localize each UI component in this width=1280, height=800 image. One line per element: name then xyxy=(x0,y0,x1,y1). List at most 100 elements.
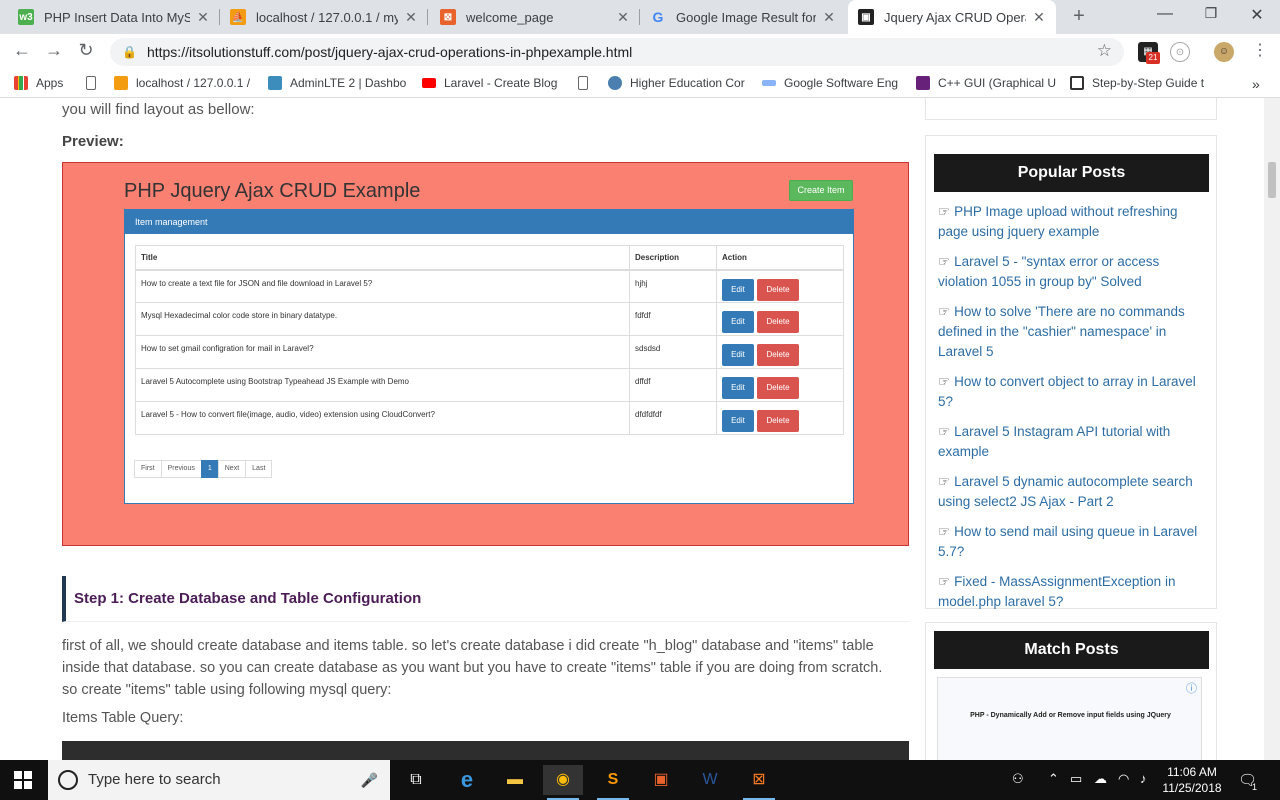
close-icon[interactable]: ✕ xyxy=(822,9,836,26)
google-icon: G xyxy=(652,9,664,25)
items-table: Title Description Action How to create a… xyxy=(135,245,844,435)
bookmark-cpp-gui[interactable]: C++ GUI (Graphical U xyxy=(916,76,1056,90)
bookmark-page[interactable] xyxy=(578,76,596,90)
list-item[interactable]: ☞ PHP Image upload without refreshing pag… xyxy=(938,202,1206,242)
cloud-icon[interactable]: ☁ xyxy=(1094,771,1107,787)
delete-button: Delete xyxy=(757,278,799,301)
itsolution-icon: ▣ xyxy=(858,9,874,25)
volume-icon[interactable]: ♪ xyxy=(1140,771,1147,786)
menu-icon[interactable]: ⋮ xyxy=(1248,40,1272,60)
url-text: https://itsolutionstuff.com/post/jquery-… xyxy=(146,44,633,60)
code-block xyxy=(62,741,909,760)
edit-button: Edit xyxy=(722,410,754,432)
item-actions: Edit Delete xyxy=(716,368,844,402)
delete-button: Delete xyxy=(757,410,799,432)
edge-icon[interactable]: e xyxy=(447,765,487,795)
word-icon[interactable]: W xyxy=(690,765,730,795)
tab-php-insert[interactable]: w3 PHP Insert Data Into MySQL ✕ xyxy=(8,0,220,34)
tab-google-image[interactable]: G Google Image Result for htt ✕ xyxy=(640,0,846,34)
layout-text: you will find layout as bellow: xyxy=(62,101,255,118)
pointing-hand-icon: ☞ xyxy=(938,254,951,269)
close-icon[interactable]: ✕ xyxy=(1032,9,1046,26)
tab-phpmyadmin[interactable]: ⛵ localhost / 127.0.0.1 / mydb ✕ xyxy=(220,0,428,34)
item-description: dfdfdfdf xyxy=(629,401,717,435)
ad-banner[interactable]: ⓘ PHP - Dynamically Add or Remove input … xyxy=(937,677,1202,760)
pointing-hand-icon: ☞ xyxy=(938,474,951,489)
close-window-button[interactable]: ✕ xyxy=(1246,5,1268,25)
new-tab-button[interactable]: + xyxy=(1068,5,1090,28)
bookmarks-bar: Apps localhost / 127.0.0.1 / AdminLTE 2 … xyxy=(0,70,1280,98)
list-item[interactable]: ☞ Laravel 5 - "syntax error or access vio… xyxy=(938,252,1206,292)
tab-title: Jquery Ajax CRUD Operatio xyxy=(884,9,1026,25)
bookmark-page[interactable] xyxy=(86,76,104,90)
list-item[interactable]: ☞ Laravel 5 dynamic autocomplete search u… xyxy=(938,472,1206,512)
page-icon xyxy=(578,76,588,90)
pagination: First Previous 1 Next Last xyxy=(134,460,273,478)
bookmark-localhost[interactable]: localhost / 127.0.0.1 / xyxy=(114,76,250,90)
chevron-up-icon[interactable]: ⌃ xyxy=(1048,771,1059,787)
restore-button[interactable]: ❐ xyxy=(1200,5,1222,22)
chrome-icon[interactable]: ◉ xyxy=(543,765,583,800)
system-clock[interactable]: 11:06 AM 11/25/2018 xyxy=(1162,764,1222,796)
extension-badge: 21 xyxy=(1146,52,1160,64)
item-title: Laravel 5 - How to convert file(image, a… xyxy=(135,401,630,435)
delete-button: Delete xyxy=(757,311,799,333)
bookmark-star-icon[interactable]: ☆ xyxy=(1097,41,1112,61)
list-item[interactable]: ☞ Laravel 5 Instagram API tutorial with e… xyxy=(938,422,1206,462)
forward-arrow-icon[interactable]: → xyxy=(42,40,66,61)
bookmark-google-software[interactable]: Google Software Eng xyxy=(762,76,898,90)
list-item[interactable]: ☞ How to solve 'There are no commands def… xyxy=(938,302,1206,362)
list-item[interactable]: ☞ How to convert object to array in Larav… xyxy=(938,372,1206,412)
list-item[interactable]: ☞ How to send mail using queue in Laravel… xyxy=(938,522,1206,562)
app-icon[interactable]: ▣ xyxy=(641,765,681,795)
task-view-icon[interactable]: ⧉ xyxy=(396,765,436,795)
back-arrow-icon[interactable]: ← xyxy=(10,40,34,61)
bookmark-laravel-blog[interactable]: Laravel - Create Blog xyxy=(422,76,557,90)
extension-circle-icon[interactable]: ⊙ xyxy=(1170,42,1190,62)
reload-icon[interactable]: ↻ xyxy=(74,40,98,61)
avatar[interactable]: ☺ xyxy=(1214,42,1234,62)
table-row: How to create a text file for JSON and f… xyxy=(135,269,844,303)
taskbar-search[interactable]: Type here to search 🎤 xyxy=(48,760,390,800)
info-icon[interactable]: ⓘ xyxy=(1186,680,1197,696)
edit-button: Edit xyxy=(722,311,754,333)
sublime-icon[interactable]: S xyxy=(593,765,633,800)
column-header: Action xyxy=(716,245,844,271)
battery-icon[interactable]: ▭ xyxy=(1070,771,1082,787)
windows-start-icon[interactable] xyxy=(14,771,32,789)
tab-strip: w3 PHP Insert Data Into MySQL ✕ ⛵ localh… xyxy=(0,0,1280,34)
bookmark-higher-education[interactable]: Higher Education Cor xyxy=(608,76,745,90)
scrollbar-thumb[interactable] xyxy=(1268,162,1276,198)
item-title: How to create a text file for JSON and f… xyxy=(135,269,630,303)
item-actions: Edit Delete xyxy=(716,302,844,336)
visual-studio-icon xyxy=(916,76,930,90)
close-icon[interactable]: ✕ xyxy=(196,9,210,26)
close-icon[interactable]: ✕ xyxy=(404,9,418,26)
minimize-button[interactable]: — xyxy=(1154,5,1176,23)
tab-jquery-crud[interactable]: ▣ Jquery Ajax CRUD Operatio ✕ xyxy=(848,0,1056,34)
bookmark-adminlte[interactable]: AdminLTE 2 | Dashbo xyxy=(268,76,406,90)
close-icon[interactable]: ✕ xyxy=(616,9,630,26)
pager-previous: Previous xyxy=(160,460,202,478)
bookmarks-more-button[interactable]: » xyxy=(1252,76,1260,92)
list-item[interactable]: ☞ Fixed - MassAssignmentException in mode… xyxy=(938,572,1206,612)
page-scrollbar[interactable] xyxy=(1264,98,1280,760)
wifi-icon[interactable]: ◠ xyxy=(1118,771,1129,787)
address-bar[interactable]: 🔒 https://itsolutionstuff.com/post/jquer… xyxy=(110,38,1124,66)
bookmark-step-guide[interactable]: Step-by-Step Guide t xyxy=(1070,76,1204,90)
item-title: How to set gmail configration for mail i… xyxy=(135,335,630,369)
adminlte-icon xyxy=(268,76,282,90)
people-icon[interactable]: ⚇ xyxy=(1012,771,1024,787)
pointing-hand-icon: ☞ xyxy=(938,304,951,319)
item-description: fdfdf xyxy=(629,302,717,336)
tab-title: PHP Insert Data Into MySQL xyxy=(44,9,190,25)
microphone-icon[interactable]: 🎤 xyxy=(361,760,378,800)
tab-welcome-page[interactable]: ⊠ welcome_page ✕ xyxy=(430,0,640,34)
article-paragraph: first of all, we should create database … xyxy=(62,638,883,698)
globe-icon xyxy=(608,76,622,90)
xampp-icon[interactable]: ⊠ xyxy=(739,765,779,800)
panel-heading: Item management xyxy=(125,210,853,234)
file-explorer-icon[interactable]: ▬ xyxy=(495,765,535,795)
item-description: hjhj xyxy=(629,269,717,303)
bookmark-apps[interactable]: Apps xyxy=(14,76,63,90)
